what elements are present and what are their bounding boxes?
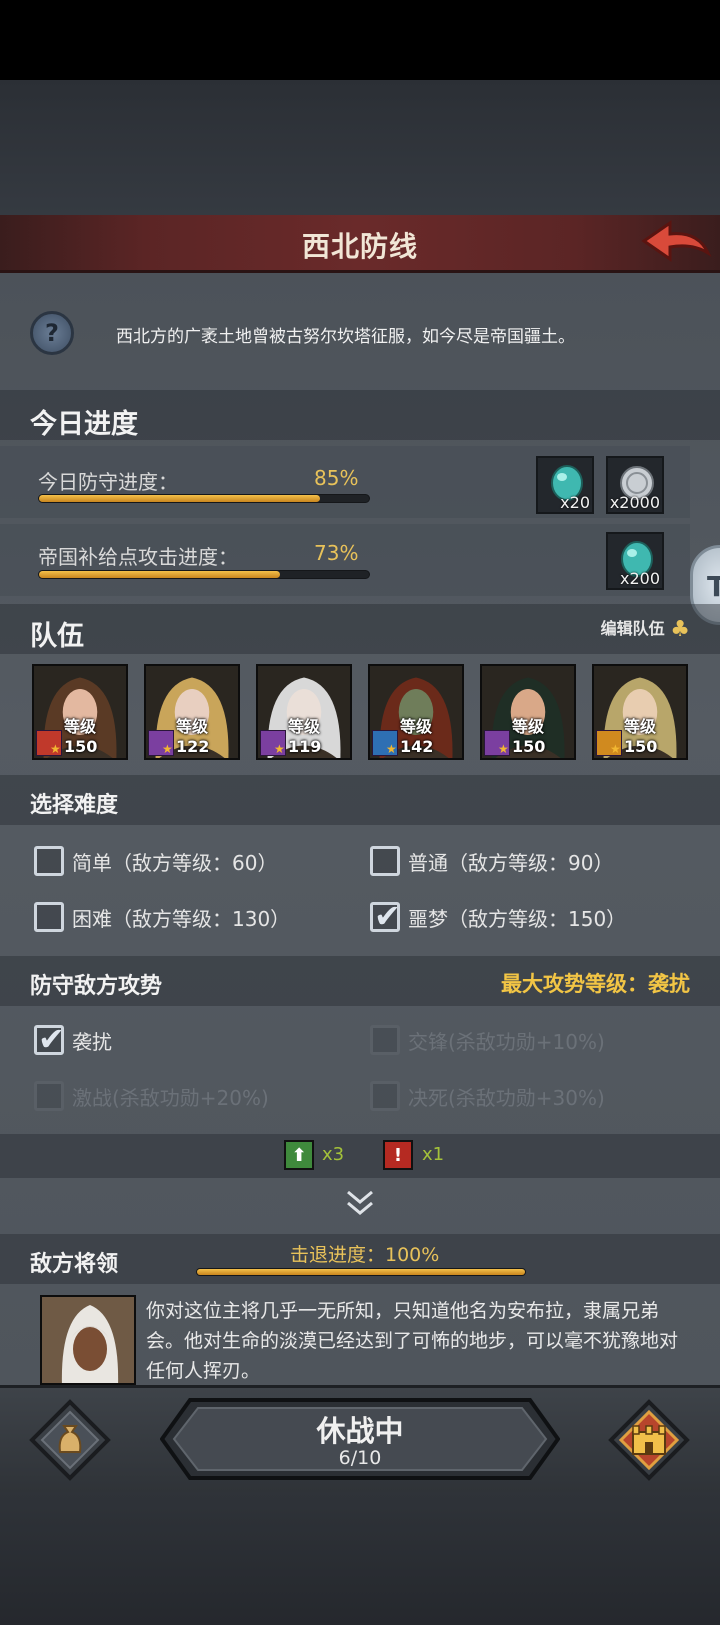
hero-level: 等级122 [176, 717, 210, 756]
difficulty-normal[interactable]: 普通（敌方等级：90） [370, 846, 613, 876]
checkbox-checked[interactable] [370, 897, 401, 935]
reward-gem-200[interactable]: x200 [606, 532, 664, 590]
checkbox[interactable] [34, 846, 64, 876]
truce-status-label: 休战中 [316, 1414, 404, 1448]
offense-title: 防守敌方攻势 [30, 974, 163, 999]
status-bar-area [0, 0, 720, 80]
difficulty-easy[interactable]: 简单（敌方等级：60） [34, 846, 277, 876]
bottom-backdrop [0, 1492, 720, 1625]
hero-card[interactable]: ★ 等级119 [256, 664, 352, 760]
up-badge-count: x3 [322, 1144, 345, 1165]
alert-icon: ! [383, 1140, 413, 1170]
star-icon: ★ [610, 742, 621, 756]
defense-percent: 85% [314, 466, 359, 490]
star-icon: ★ [50, 742, 61, 756]
offense-death: 决死(杀敌功勋+30%) [370, 1081, 605, 1111]
hero-level: 等级119 [288, 717, 322, 756]
star-icon: ★ [162, 742, 173, 756]
max-offense-level: 最大攻势等级：袭扰 [501, 972, 690, 996]
today-title: 今日进度 [30, 409, 138, 440]
defense-label: 今日防守进度： [38, 470, 178, 494]
difficulty-title: 选择难度 [30, 793, 119, 818]
chevron-double-down-icon[interactable] [343, 1186, 377, 1220]
group-icon: ♣ [670, 617, 690, 642]
defense-progress-bar [38, 494, 370, 503]
boss-portrait[interactable] [40, 1295, 136, 1385]
checkbox[interactable] [34, 902, 64, 932]
top-backdrop [0, 80, 720, 215]
team-title: 队伍 [30, 621, 84, 652]
intro-text: 西北方的广袤土地曾被古努尔坎塔征服，如今尽是帝国疆土。 [116, 327, 575, 347]
hero-level: 等级150 [624, 717, 658, 756]
hero-level: 等级150 [64, 717, 98, 756]
boss-title: 敌方将领 [30, 1252, 119, 1277]
checkbox-disabled [370, 1081, 400, 1111]
supply-label: 帝国补给点攻击进度： [38, 545, 238, 569]
truce-count: 6/10 [338, 1447, 382, 1469]
loot-bag-button[interactable] [28, 1398, 112, 1482]
offense-skirmish: 交锋(杀敌功勋+10%) [370, 1025, 605, 1055]
offense-raid[interactable]: 袭扰 [34, 1020, 112, 1058]
badge-band [0, 1134, 720, 1178]
hero-level: 等级150 [512, 717, 546, 756]
hero-card[interactable]: ★ 等级150 [480, 664, 576, 760]
checkbox-checked[interactable] [34, 1020, 65, 1058]
checkbox-disabled [34, 1081, 64, 1111]
hero-card[interactable]: ★ 等级150 [592, 664, 688, 760]
repel-progress-fill [197, 1269, 525, 1275]
checkbox-disabled [370, 1025, 400, 1055]
hero-card[interactable]: ★ 等级150 [32, 664, 128, 760]
reward-coin-2000[interactable]: x2000 [606, 456, 664, 514]
star-icon: ★ [498, 742, 509, 756]
difficulty-nightmare[interactable]: 噩梦（敌方等级：150） [370, 897, 626, 935]
back-arrow-icon[interactable] [640, 219, 712, 269]
difficulty-hard[interactable]: 困难（敌方等级：130） [34, 902, 290, 932]
defense-progress-fill [39, 495, 320, 502]
page-title: 西北防线 [301, 230, 418, 263]
star-icon: ★ [386, 742, 397, 756]
arrow-up-icon: ⬆ [284, 1140, 314, 1170]
supply-progress-bar [38, 570, 370, 579]
hero-card[interactable]: ★ 等级142 [368, 664, 464, 760]
checkbox[interactable] [370, 846, 400, 876]
hooded-assassin-portrait [42, 1297, 134, 1383]
castle-icon [632, 1425, 666, 1455]
header-bar: 西北防线 [0, 215, 720, 273]
hero-card[interactable]: ★ 等级122 [144, 664, 240, 760]
edit-team-button[interactable]: 编辑队伍 ♣ [601, 615, 690, 642]
help-icon[interactable]: ? [30, 311, 74, 355]
supply-progress-fill [39, 571, 280, 578]
supply-percent: 73% [314, 541, 359, 565]
boss-description: 你对这位主将几乎一无所知，只知道他名为安布拉，隶属兄弟会。他对生命的淡漠已经达到… [146, 1300, 679, 1382]
reward-gem-20[interactable]: x20 [536, 456, 594, 514]
repel-progress-bar [196, 1268, 526, 1276]
repel-progress-label: 击退进度：100% [290, 1244, 440, 1266]
alert-badge-count: x1 [422, 1144, 445, 1165]
star-icon: ★ [274, 742, 285, 756]
offense-battle: 激战(杀敌功勋+20%) [34, 1081, 269, 1111]
castle-button[interactable] [607, 1398, 691, 1482]
hero-level: 等级142 [400, 717, 434, 756]
